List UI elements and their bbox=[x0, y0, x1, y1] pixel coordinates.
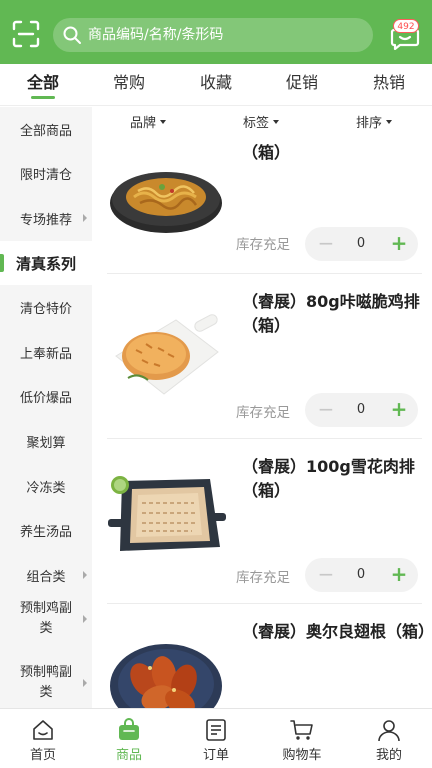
product-image bbox=[110, 172, 222, 233]
expand-caret-icon bbox=[83, 615, 87, 623]
tab-favorites[interactable]: 收藏 bbox=[173, 64, 259, 106]
product-image bbox=[115, 314, 219, 395]
product-title: （睿展）奥尔良翅根（箱） bbox=[242, 622, 432, 641]
nav-label: 我的 bbox=[375, 748, 402, 763]
sidebar-item-label: 低价爆品 bbox=[19, 390, 72, 406]
product-title: （睿展）100g雪花肉排（箱） bbox=[242, 457, 415, 500]
dropdown-arrow-icon bbox=[386, 119, 393, 124]
sidebar-item-new-arrivals[interactable]: 上奉新品 bbox=[0, 330, 92, 374]
order-icon bbox=[206, 719, 226, 741]
sidebar-item-all-products[interactable]: 全部商品 bbox=[0, 107, 92, 151]
sidebar-item-prepared-duck[interactable]: 预制鸭副类 bbox=[0, 661, 92, 705]
product-list: （箱） 库存充足 − 0 + （睿展）80g咔嗞脆鸡排（箱） 库存充足 − 0 … bbox=[92, 141, 432, 708]
product-image bbox=[108, 476, 226, 551]
tab-frequent[interactable]: 常购 bbox=[86, 64, 172, 106]
sidebar-item-halal-series[interactable]: 清真系列 bbox=[0, 241, 92, 285]
expand-caret-icon bbox=[83, 571, 87, 579]
sidebar-item-label: 清真系列 bbox=[15, 254, 76, 273]
sidebar-item-group-deals[interactable]: 聚划算 bbox=[0, 419, 92, 463]
brand-filter-label: 品牌 bbox=[130, 116, 157, 131]
sidebar-item-combos[interactable]: 组合类 bbox=[0, 553, 92, 597]
tag-filter[interactable]: 标签 bbox=[243, 115, 280, 133]
product-image bbox=[110, 644, 222, 708]
product-card[interactable]: （睿展）100g雪花肉排（箱） 库存充足 − 0 + bbox=[92, 439, 432, 604]
nav-orders[interactable]: 订单 bbox=[173, 709, 259, 768]
expand-caret-icon bbox=[83, 214, 87, 222]
sidebar-item-health-soups[interactable]: 养生汤品 bbox=[0, 508, 92, 552]
product-card[interactable]: （睿展）80g咔嗞脆鸡排（箱） 库存充足 − 0 + bbox=[92, 274, 432, 439]
quantity-stepper: − 0 + bbox=[305, 558, 418, 592]
message-count-badge: 492 bbox=[393, 19, 419, 33]
sidebar-item-label: 聚划算 bbox=[26, 435, 66, 451]
nav-products[interactable]: 商品 bbox=[86, 709, 172, 768]
sidebar-item-label: 专场推荐 bbox=[19, 212, 72, 228]
quantity-input[interactable]: 0 bbox=[341, 393, 381, 427]
sort-label: 排序 bbox=[356, 116, 383, 131]
increase-button[interactable]: + bbox=[387, 227, 411, 261]
nav-cart[interactable]: 购物车 bbox=[259, 709, 345, 768]
stock-status: 库存充足 bbox=[236, 405, 290, 421]
sidebar-item-flash-clearance[interactable]: 限时清仓 bbox=[0, 151, 92, 195]
increase-button[interactable]: + bbox=[387, 393, 411, 427]
tab-hot-sales[interactable]: 热销 bbox=[346, 64, 432, 106]
product-title: （睿展）80g咔嗞脆鸡排（箱） bbox=[242, 292, 420, 335]
nav-profile[interactable]: 我的 bbox=[346, 709, 432, 768]
quantity-stepper: − 0 + bbox=[305, 227, 418, 261]
stock-status: 库存充足 bbox=[236, 570, 290, 586]
sidebar-item-label: 限时清仓 bbox=[19, 167, 72, 183]
sidebar-item-label: 养生汤品 bbox=[19, 524, 72, 540]
stock-status: 库存充足 bbox=[236, 237, 290, 253]
decrease-button[interactable]: − bbox=[315, 393, 337, 427]
user-icon bbox=[378, 720, 400, 742]
nav-label: 订单 bbox=[202, 748, 229, 763]
bag-icon bbox=[119, 718, 139, 740]
product-title: （箱） bbox=[242, 143, 291, 162]
sort-dropdown[interactable]: 排序 bbox=[356, 115, 393, 133]
search-icon bbox=[63, 26, 81, 44]
sidebar-item-label: 冷冻类 bbox=[26, 480, 66, 496]
bottom-navigation: 首页 商品 订单 购物车 我的 bbox=[0, 708, 432, 768]
tab-promotions[interactable]: 促销 bbox=[259, 64, 345, 106]
product-card[interactable]: （箱） 库存充足 − 0 + bbox=[92, 141, 432, 274]
quantity-stepper: − 0 + bbox=[305, 393, 418, 427]
quantity-input[interactable]: 0 bbox=[341, 558, 381, 592]
sidebar-item-label: 上奉新品 bbox=[19, 346, 72, 362]
tab-all[interactable]: 全部 bbox=[0, 64, 86, 106]
nav-label: 商品 bbox=[115, 748, 142, 763]
decrease-button[interactable]: − bbox=[315, 558, 337, 592]
increase-button[interactable]: + bbox=[387, 558, 411, 592]
quantity-input[interactable]: 0 bbox=[341, 227, 381, 261]
search-input[interactable]: 商品编码/名称/条形码 bbox=[53, 18, 373, 52]
expand-caret-icon bbox=[83, 679, 87, 687]
scan-icon[interactable] bbox=[12, 20, 40, 48]
home-icon bbox=[33, 720, 53, 740]
cart-icon bbox=[290, 720, 313, 740]
sidebar-item-prepared-chicken[interactable]: 预制鸡副类 bbox=[0, 597, 92, 641]
sidebar-item-label: 预制鸡副类 bbox=[19, 601, 72, 636]
filter-sort-bar: 品牌 标签 排序 bbox=[92, 107, 432, 141]
tag-filter-label: 标签 bbox=[243, 116, 270, 131]
category-tabs: 全部 常购 收藏 促销 热销 bbox=[0, 64, 432, 106]
nav-home[interactable]: 首页 bbox=[0, 709, 86, 768]
dropdown-arrow-icon bbox=[160, 119, 167, 124]
sidebar-item-low-price-hits[interactable]: 低价爆品 bbox=[0, 374, 92, 418]
decrease-button[interactable]: − bbox=[315, 227, 337, 261]
nav-label: 首页 bbox=[29, 748, 56, 763]
sidebar-item-label: 预制鸭副类 bbox=[19, 665, 72, 700]
sidebar-item-frozen[interactable]: 冷冻类 bbox=[0, 464, 92, 508]
sidebar-item-clearance-specials[interactable]: 清仓特价 bbox=[0, 285, 92, 329]
active-indicator bbox=[0, 254, 4, 272]
search-placeholder: 商品编码/名称/条形码 bbox=[88, 27, 224, 43]
category-sidebar: 全部商品 限时清仓 专场推荐 清真系列 清仓特价 上奉新品 低价爆品 聚划算 冷… bbox=[0, 107, 92, 708]
product-card[interactable]: （睿展）奥尔良翅根（箱） bbox=[92, 604, 432, 708]
dropdown-arrow-icon bbox=[273, 119, 280, 124]
brand-filter[interactable]: 品牌 bbox=[130, 115, 167, 133]
nav-label: 购物车 bbox=[282, 748, 322, 763]
sidebar-item-label: 全部商品 bbox=[19, 123, 72, 139]
sidebar-item-special-recommend[interactable]: 专场推荐 bbox=[0, 196, 92, 240]
sidebar-item-label: 清仓特价 bbox=[19, 301, 72, 317]
sidebar-item-label: 组合类 bbox=[26, 569, 66, 585]
active-tab-indicator bbox=[31, 96, 55, 99]
top-header: 商品编码/名称/条形码 492 bbox=[0, 0, 432, 64]
